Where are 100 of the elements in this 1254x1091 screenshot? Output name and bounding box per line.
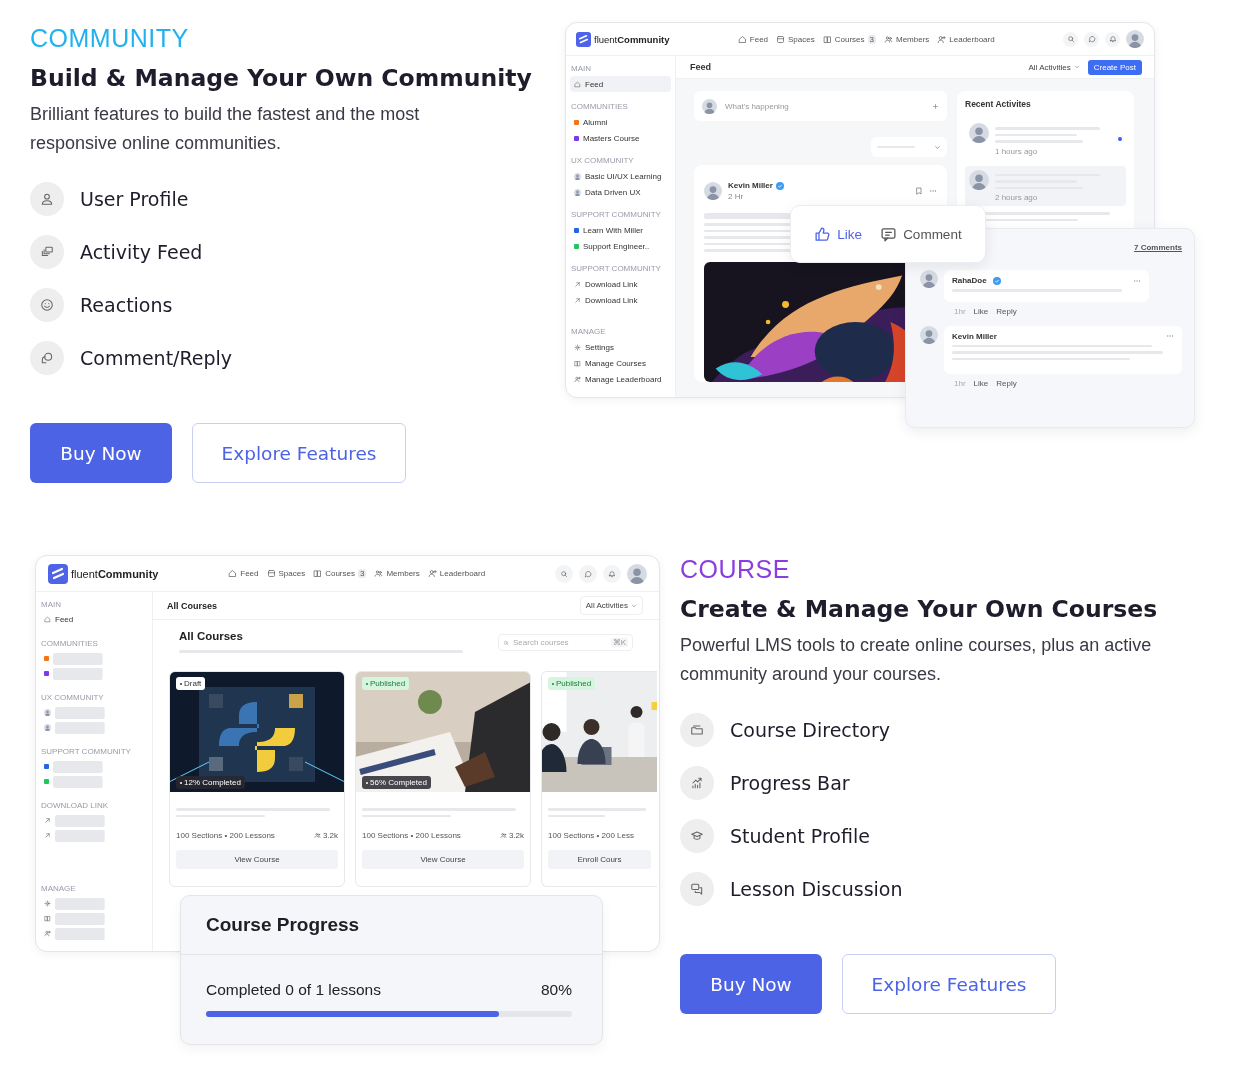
- notifications-button[interactable]: [603, 564, 621, 583]
- person-plus-icon: [574, 375, 581, 383]
- bar-chart-icon: [690, 776, 704, 790]
- settings-icon: [574, 343, 581, 351]
- create-post-button[interactable]: Create Post: [1087, 59, 1142, 75]
- sidebar-heading: COMMUNITIES: [41, 639, 99, 648]
- panel-icon[interactable]: [266, 569, 276, 578]
- author-name: Kevin Miller: [952, 331, 997, 341]
- chat-icon[interactable]: [584, 569, 592, 578]
- sidebar-item[interactable]: Manage Courses: [570, 355, 671, 371]
- like-link[interactable]: Like: [973, 379, 989, 388]
- messages-button[interactable]: [1084, 31, 1099, 47]
- like-link[interactable]: Like: [973, 306, 989, 316]
- chevron-down-icon: [1073, 64, 1080, 70]
- logo-text: fluentCommunity: [71, 567, 159, 580]
- nav-link[interactable]: Spaces: [788, 34, 815, 44]
- sidebar-item[interactable]: Feed: [570, 76, 671, 92]
- nav-link[interactable]: Members: [386, 569, 420, 578]
- search-button[interactable]: [555, 564, 573, 583]
- explore-features-button[interactable]: Explore Features: [192, 423, 406, 483]
- more-icon[interactable]: [1166, 332, 1174, 340]
- sidebar-heading: MAIN: [571, 64, 592, 73]
- course-button[interactable]: View Course: [176, 850, 338, 869]
- sidebar-item[interactable]: Alumni: [570, 114, 671, 130]
- sidebar-item[interactable]: Data Driven UX: [570, 184, 671, 200]
- buy-now-button[interactable]: Buy Now: [30, 423, 172, 483]
- person-plus-icon[interactable]: [427, 569, 437, 578]
- home-icon[interactable]: [228, 569, 238, 578]
- sidebar-item[interactable]: Learn With Miller: [570, 222, 671, 238]
- section-heading: All Courses: [179, 630, 244, 642]
- more-icon[interactable]: [929, 187, 937, 195]
- sidebar-item[interactable]: Support Engineer..: [570, 238, 671, 254]
- people-icon[interactable]: [374, 569, 384, 578]
- sidebar-item[interactable]: Manage Leaderboard: [570, 371, 671, 387]
- bell-icon[interactable]: [1108, 35, 1117, 43]
- filter-dropdown[interactable]: All Activities: [579, 596, 643, 615]
- logo-text: fluentCommunity: [594, 33, 670, 45]
- people-icon[interactable]: [883, 34, 893, 44]
- sidebar-heading: MANAGE: [41, 884, 77, 893]
- arrow-icon: [44, 817, 51, 824]
- nav-link[interactable]: Members: [895, 34, 930, 44]
- nav-link[interactable]: Spaces: [278, 569, 306, 578]
- filter-dropdown[interactable]: All Activities: [1028, 62, 1080, 72]
- search-icon[interactable]: [560, 569, 568, 578]
- stacked-windows-icon: [40, 245, 54, 259]
- progress-badge: 12% Completed: [176, 776, 245, 789]
- feature-label: Reactions: [80, 294, 173, 316]
- placeholder-bar: [53, 775, 103, 788]
- search-button[interactable]: [1063, 31, 1078, 47]
- buy-now-button[interactable]: Buy Now: [680, 954, 822, 1014]
- comment-icon: [880, 225, 898, 243]
- progress-percent: 80%: [540, 981, 572, 999]
- like-button[interactable]: Like: [814, 225, 863, 243]
- nav-link[interactable]: Courses: [834, 34, 865, 44]
- plus-icon[interactable]: [932, 102, 939, 110]
- bookmark-icon[interactable]: [915, 187, 923, 195]
- home-icon[interactable]: [737, 34, 747, 44]
- comments-link[interactable]: 7 Comments: [1134, 243, 1182, 252]
- sidebar-item[interactable]: Feed: [40, 612, 148, 627]
- explore-features-button[interactable]: Explore Features: [842, 954, 1056, 1014]
- book-icon: [574, 359, 581, 367]
- smiley-icon: [40, 298, 54, 312]
- bell-icon[interactable]: [608, 569, 616, 578]
- placeholder-bar: [55, 721, 105, 734]
- nav-link[interactable]: Feed: [240, 569, 259, 578]
- chat-icon[interactable]: [1087, 35, 1096, 43]
- activity-time: 2 hours ago: [995, 193, 1039, 202]
- graduate-icon: [690, 829, 704, 843]
- course-button[interactable]: View Course: [362, 850, 524, 869]
- sidebar-heading: SUPPORT COMMUNITY: [41, 747, 132, 756]
- avatar-icon: [44, 724, 51, 731]
- nav-link[interactable]: Feed: [749, 34, 769, 44]
- count-badge: 3: [867, 34, 876, 44]
- comment-button[interactable]: Comment: [880, 225, 962, 243]
- reply-link[interactable]: Reply: [996, 379, 1017, 388]
- search-icon[interactable]: [1066, 35, 1075, 43]
- sidebar-item[interactable]: Masters Course: [570, 130, 671, 146]
- messages-button[interactable]: [579, 564, 597, 583]
- book-icon[interactable]: [822, 34, 832, 44]
- nav-link[interactable]: Leaderboard: [439, 569, 486, 578]
- reply-link[interactable]: Reply: [996, 306, 1017, 316]
- sidebar-item[interactable]: Basic UI/UX Learning: [570, 168, 671, 184]
- avatar-icon: [969, 169, 989, 190]
- sidebar-item[interactable]: Download Link: [570, 292, 671, 308]
- nav-link[interactable]: Leaderboard: [949, 34, 995, 44]
- comment-time: 1hr: [954, 306, 966, 316]
- card-title: Recent Activites: [965, 99, 1032, 109]
- sidebar-item[interactable]: Download Link: [570, 276, 671, 292]
- sidebar-item[interactable]: Settings: [570, 339, 671, 355]
- sidebar-heading: COMMUNITIES: [571, 102, 629, 111]
- avatar-icon: [574, 188, 581, 196]
- course-button[interactable]: Enroll Cours: [548, 850, 651, 869]
- nav-link[interactable]: Courses: [325, 569, 355, 578]
- notifications-button[interactable]: [1105, 31, 1120, 47]
- person-plus-icon[interactable]: [937, 34, 947, 44]
- person-plus-icon: [44, 930, 51, 937]
- book-icon[interactable]: [313, 569, 323, 578]
- status-badge: Published: [362, 677, 410, 690]
- panel-icon[interactable]: [776, 34, 786, 44]
- section-title: Create & Manage Your Own Courses: [680, 594, 1159, 625]
